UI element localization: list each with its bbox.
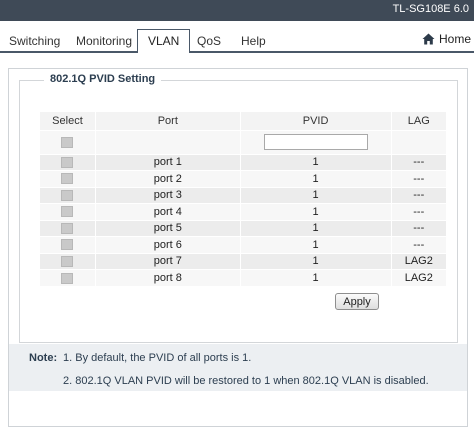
pvid-setting-group: 802.1Q PVID Setting Select Port PVID LAG bbox=[19, 73, 458, 343]
main-nav: Switching Monitoring VLAN QoS Help Home bbox=[0, 29, 474, 53]
port-select-checkbox[interactable] bbox=[61, 206, 74, 218]
table-row: port 7 1 LAG2 bbox=[39, 252, 446, 270]
tab-vlan[interactable]: VLAN bbox=[137, 29, 191, 53]
pvid-input[interactable] bbox=[263, 134, 368, 150]
apply-button[interactable]: Apply bbox=[335, 293, 379, 310]
table-row: port 6 1 --- bbox=[39, 236, 446, 253]
table-row-bulk-edit bbox=[39, 129, 446, 154]
note-item: 2. 802.1Q VLAN PVID will be restored to … bbox=[63, 375, 429, 387]
port-pvid: 1 bbox=[239, 186, 392, 204]
home-icon bbox=[422, 33, 435, 45]
notes-box: Note: 1. By default, the PVID of all por… bbox=[9, 344, 467, 391]
port-pvid: 1 bbox=[239, 203, 392, 220]
note-label: Note: bbox=[29, 352, 58, 364]
port-name: port 4 bbox=[94, 203, 241, 220]
column-header-port: Port bbox=[94, 112, 241, 130]
port-name: port 7 bbox=[94, 252, 241, 270]
section-title: 802.1Q PVID Setting bbox=[44, 73, 162, 85]
tab-qos[interactable]: QoS bbox=[197, 34, 221, 48]
port-lag: --- bbox=[390, 236, 446, 253]
tab-switching[interactable]: Switching bbox=[9, 34, 60, 48]
port-pvid: 1 bbox=[239, 219, 392, 237]
tab-monitoring[interactable]: Monitoring bbox=[76, 34, 132, 48]
port-select-checkbox[interactable] bbox=[61, 239, 74, 251]
port-pvid: 1 bbox=[239, 252, 392, 270]
port-name: port 1 bbox=[94, 153, 241, 171]
port-lag: --- bbox=[390, 170, 446, 187]
select-all-checkbox[interactable] bbox=[61, 136, 74, 148]
port-lag: --- bbox=[390, 203, 446, 220]
home-link[interactable]: Home bbox=[422, 32, 471, 46]
port-select-checkbox[interactable] bbox=[61, 222, 74, 234]
table-row: port 8 1 LAG2 bbox=[39, 269, 446, 286]
port-pvid: 1 bbox=[239, 269, 392, 286]
port-pvid: 1 bbox=[239, 170, 392, 187]
port-select-checkbox[interactable] bbox=[61, 255, 74, 267]
port-select-checkbox[interactable] bbox=[61, 189, 74, 201]
table-row: port 3 1 --- bbox=[39, 186, 446, 204]
port-select-checkbox[interactable] bbox=[61, 173, 74, 185]
column-header-lag: LAG bbox=[390, 112, 446, 130]
port-lag: --- bbox=[390, 219, 446, 237]
table-row: port 4 1 --- bbox=[39, 203, 446, 220]
port-lag: --- bbox=[390, 153, 446, 171]
content-panel: 802.1Q PVID Setting Select Port PVID LAG bbox=[8, 68, 468, 427]
tab-help[interactable]: Help bbox=[241, 34, 266, 48]
top-bar: TL-SG108E 6.0 bbox=[0, 0, 474, 21]
port-name: port 5 bbox=[94, 219, 241, 237]
column-header-select: Select bbox=[39, 112, 96, 130]
column-header-pvid: PVID bbox=[239, 112, 392, 130]
port-pvid: 1 bbox=[239, 236, 392, 253]
device-model: TL-SG108E 6.0 bbox=[392, 3, 469, 15]
port-name: port 8 bbox=[94, 269, 241, 286]
port-name: port 6 bbox=[94, 236, 241, 253]
table-row: port 2 1 --- bbox=[39, 170, 446, 187]
port-lag: LAG2 bbox=[390, 252, 446, 270]
port-name: port 3 bbox=[94, 186, 241, 204]
port-lag: --- bbox=[390, 186, 446, 204]
pvid-table: Select Port PVID LAG port 1 1 --- port 2… bbox=[39, 112, 446, 286]
port-lag: LAG2 bbox=[390, 269, 446, 286]
table-row: port 1 1 --- bbox=[39, 153, 446, 171]
table-row: port 5 1 --- bbox=[39, 219, 446, 237]
note-item: 1. By default, the PVID of all ports is … bbox=[63, 352, 252, 364]
home-label: Home bbox=[438, 32, 471, 46]
port-select-checkbox[interactable] bbox=[61, 156, 74, 168]
port-select-checkbox[interactable] bbox=[61, 272, 74, 284]
port-pvid: 1 bbox=[239, 153, 392, 171]
port-name: port 2 bbox=[94, 170, 241, 187]
